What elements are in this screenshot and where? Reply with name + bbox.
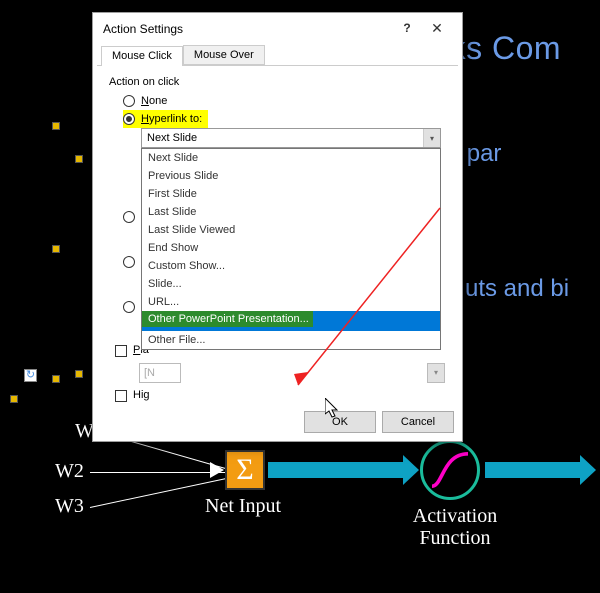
selection-handle[interactable]	[10, 395, 18, 403]
arrow-output	[485, 462, 580, 478]
dd-item-other-ppt[interactable]: Other PowerPoint Presentation...	[142, 311, 440, 331]
radio-none[interactable]: None	[93, 92, 462, 110]
dialog-titlebar[interactable]: Action Settings ? ✕	[93, 13, 462, 45]
checkbox-play-sound[interactable]	[115, 345, 127, 357]
dd-item-slide[interactable]: Slide...	[142, 275, 440, 293]
tab-mouse-click[interactable]: Mouse Click	[101, 46, 183, 66]
dd-item-end-show[interactable]: End Show	[142, 239, 440, 257]
dd-item-other-file[interactable]: Other File...	[142, 331, 440, 349]
net-input-label: Net Input	[205, 495, 281, 518]
dd-item-first-slide[interactable]: First Slide	[142, 185, 440, 203]
hyperlink-dropdown: Next Slide Previous Slide First Slide La…	[141, 148, 441, 350]
arrow-to-activation	[268, 462, 403, 478]
sound-combo-chevron-icon[interactable]: ▾	[427, 363, 445, 383]
dd-item-last-slide[interactable]: Last Slide	[142, 203, 440, 221]
help-button[interactable]: ?	[392, 17, 422, 41]
dd-item-previous-slide[interactable]: Previous Slide	[142, 167, 440, 185]
chevron-down-icon[interactable]: ▾	[423, 129, 440, 147]
dd-item-url[interactable]: URL...	[142, 293, 440, 311]
dd-item-next-slide[interactable]: Next Slide	[142, 149, 440, 167]
radio-icon	[123, 95, 135, 107]
radio-label: None	[141, 95, 167, 107]
dd-item-last-slide-viewed[interactable]: Last Slide Viewed	[142, 221, 440, 239]
selection-handle[interactable]	[75, 155, 83, 163]
weight-label-w3: W3	[55, 495, 84, 518]
cancel-button[interactable]: Cancel	[382, 411, 454, 433]
radio-label: Hyperlink to:	[141, 113, 202, 125]
dialog-title: Action Settings	[103, 22, 392, 36]
sound-combo-partial[interactable]: [N	[139, 363, 181, 383]
group-action-on-click: Action on click	[93, 66, 462, 92]
selection-handle[interactable]	[52, 122, 60, 130]
w2-edge	[90, 472, 225, 473]
tab-mouse-over[interactable]: Mouse Over	[183, 45, 265, 65]
action-settings-dialog: Action Settings ? ✕ Mouse Click Mouse Ov…	[92, 12, 463, 442]
weight-label-w2: W2	[55, 460, 84, 483]
activation-label: ActivationFunction	[405, 505, 505, 549]
radio-object-action-icon[interactable]	[123, 301, 135, 313]
hyperlink-target-combo[interactable]: Next Slide ▾	[141, 128, 441, 148]
selection-handle[interactable]	[52, 375, 60, 383]
highlight-label-partial: Hig	[133, 389, 150, 401]
selection-handle[interactable]	[75, 370, 83, 378]
close-button[interactable]: ✕	[422, 17, 452, 41]
combo-value: Next Slide	[147, 132, 197, 144]
radio-run-program-icon[interactable]	[123, 211, 135, 223]
activation-node	[420, 440, 480, 500]
radio-icon	[123, 113, 135, 125]
radio-hyperlink-to[interactable]: Hyperlink to:	[123, 110, 208, 128]
checkbox-highlight[interactable]	[115, 390, 127, 402]
ok-button[interactable]: OK	[304, 411, 376, 433]
radio-run-macro-icon[interactable]	[123, 256, 135, 268]
slide-text-line2: uts and bi	[465, 275, 569, 303]
tab-strip: Mouse Click Mouse Over	[97, 45, 458, 66]
selection-handle[interactable]	[52, 245, 60, 253]
sigma-node: Σ	[225, 450, 265, 490]
dd-item-custom-show[interactable]: Custom Show...	[142, 257, 440, 275]
rotation-handle-icon[interactable]: ↻	[24, 369, 37, 382]
